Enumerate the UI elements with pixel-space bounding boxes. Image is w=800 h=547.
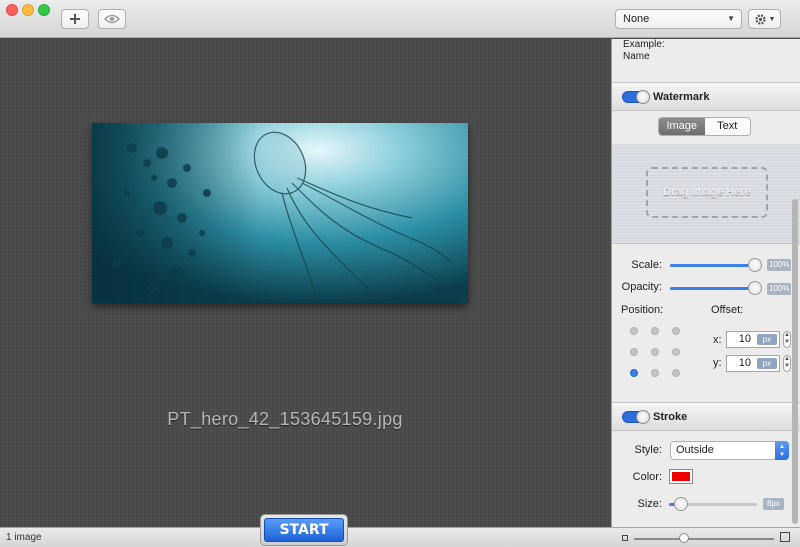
- example-label: Example:: [623, 39, 665, 50]
- position-bottom-center[interactable]: [651, 369, 659, 377]
- stroke-size-value: 8px: [763, 498, 784, 510]
- name-label: Name: [623, 51, 650, 62]
- stroke-toggle[interactable]: [622, 410, 650, 424]
- position-top-left[interactable]: [630, 327, 638, 335]
- offset-x-label: x:: [713, 334, 722, 346]
- stroke-section-header: Stroke: [612, 402, 800, 431]
- watermark-type-segmented: Image Text: [658, 117, 751, 136]
- chevron-down-icon: ▼: [768, 15, 776, 23]
- toggle-knob: [636, 410, 650, 424]
- position-label: Position:: [621, 304, 664, 316]
- name-example-text: Example: Name: [623, 39, 665, 63]
- minimize-window-button[interactable]: [22, 4, 34, 16]
- position-top-right[interactable]: [672, 327, 680, 335]
- stroke-style-label: Style:: [634, 444, 662, 456]
- position-center[interactable]: [651, 348, 659, 356]
- start-button-label: START: [264, 518, 344, 542]
- offset-x-stepper[interactable]: ▲ ▼: [783, 331, 791, 348]
- stroke-style-value: Outside: [676, 444, 714, 456]
- offset-x-unit: px: [757, 334, 777, 345]
- offset-y-unit: px: [757, 358, 777, 369]
- zoom-window-button[interactable]: [38, 4, 50, 16]
- add-image-button[interactable]: [61, 9, 89, 29]
- offset-x-value: 10: [738, 333, 751, 345]
- zoom-in-icon[interactable]: [780, 532, 790, 542]
- chevron-down-icon: ▼: [727, 14, 735, 23]
- scale-slider-knob[interactable]: [748, 258, 762, 272]
- stroke-color-swatch: [672, 472, 690, 481]
- watermark-section-header: Watermark: [612, 82, 800, 111]
- settings-menu-button[interactable]: ▼: [748, 9, 781, 29]
- zoom-out-icon[interactable]: [622, 535, 628, 541]
- preset-select-value: None: [623, 13, 650, 25]
- preview-button[interactable]: [98, 9, 126, 29]
- image-count: 1 image: [6, 532, 42, 543]
- eye-icon: [104, 14, 120, 24]
- offset-x-field[interactable]: 10 px: [726, 331, 780, 348]
- image-filename: PT_hero_42_153645159.jpg: [167, 409, 403, 429]
- preset-select[interactable]: None ▼: [615, 9, 742, 29]
- watermark-toggle[interactable]: [622, 90, 650, 104]
- stroke-color-well[interactable]: [669, 469, 693, 484]
- offset-label: Offset:: [711, 304, 744, 316]
- status-bar: 1 image: [0, 527, 800, 547]
- stroke-style-select[interactable]: Outside ▲ ▼: [670, 441, 789, 460]
- position-middle-right[interactable]: [672, 348, 680, 356]
- plus-icon: [70, 14, 80, 24]
- scale-value: 100%: [767, 259, 792, 271]
- image-drop-zone[interactable]: Drag Image Here: [612, 144, 800, 244]
- tab-image[interactable]: Image: [659, 118, 705, 135]
- select-arrows-icon: ▲ ▼: [775, 441, 789, 460]
- settings-panel: Example: Name Watermark Image Text Drag …: [611, 39, 800, 527]
- stroke-size-label: Size:: [637, 498, 662, 510]
- image-preview[interactable]: [92, 123, 468, 303]
- position-top-center[interactable]: [651, 327, 659, 335]
- position-bottom-left[interactable]: [630, 369, 638, 377]
- scale-label: Scale:: [631, 259, 662, 271]
- position-bottom-right[interactable]: [672, 369, 680, 377]
- start-button[interactable]: START: [260, 514, 348, 546]
- window-toolbar: None ▼ ▼: [0, 0, 800, 38]
- offset-y-value: 10: [738, 357, 751, 369]
- stroke-size-knob[interactable]: [674, 497, 688, 511]
- panel-scrollbar[interactable]: [792, 199, 798, 524]
- opacity-value: 100%: [767, 283, 792, 295]
- opacity-label: Opacity:: [621, 281, 662, 293]
- thumbnail-size-slider[interactable]: [634, 538, 774, 540]
- offset-y-field[interactable]: 10 px: [726, 355, 780, 372]
- toggle-knob: [636, 90, 650, 104]
- close-window-button[interactable]: [6, 4, 18, 16]
- gear-icon: [754, 13, 766, 25]
- tab-text[interactable]: Text: [705, 118, 751, 135]
- opacity-slider-knob[interactable]: [748, 281, 762, 295]
- position-middle-left[interactable]: [630, 348, 638, 356]
- preview-canvas: PT_hero_42_153645159.jpg: [0, 39, 611, 527]
- drop-hint: Drag Image Here: [646, 167, 768, 218]
- watermark-title: Watermark: [653, 91, 710, 103]
- offset-y-stepper[interactable]: ▲ ▼: [783, 355, 791, 372]
- offset-y-label: y:: [713, 357, 722, 369]
- stroke-title: Stroke: [653, 411, 688, 423]
- jellyfish-photo: [92, 123, 468, 303]
- thumbnail-size-knob[interactable]: [679, 533, 689, 543]
- stroke-color-label: Color:: [632, 471, 662, 483]
